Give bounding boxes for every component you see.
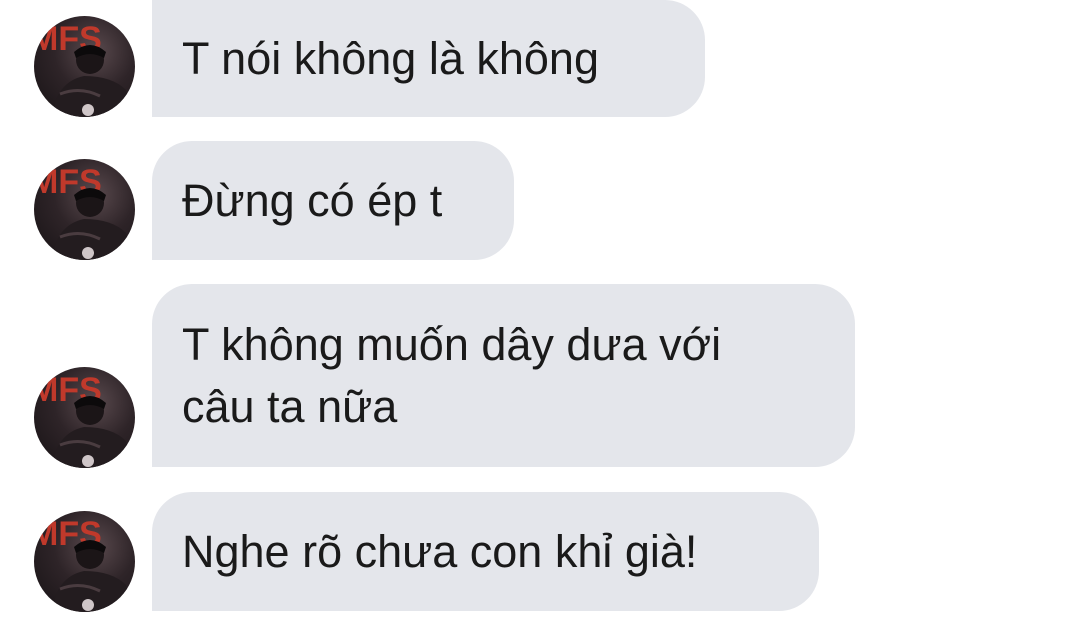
avatar-photo: MFS: [34, 515, 135, 612]
message-bubble[interactable]: T nói không là không: [152, 0, 705, 117]
avatar-photo: MFS: [34, 371, 135, 468]
message-text: Đừng có ép t: [182, 174, 443, 226]
avatar[interactable]: MFS: [34, 367, 135, 468]
message-text: T không muốn dây dưa với câu ta nữa: [182, 318, 722, 432]
message-bubble[interactable]: T không muốn dây dưa với câu ta nữa: [152, 284, 855, 467]
avatar[interactable]: MFS: [34, 159, 135, 260]
avatar-photo: MFS: [34, 163, 135, 260]
message-thread: MFS T nói không là không MFS Đừng có ép …: [0, 0, 1080, 632]
message-text: Nghe rõ chưa con khỉ già!: [182, 525, 698, 577]
message-bubble[interactable]: Đừng có ép t: [152, 141, 514, 260]
message-text: T nói không là không: [182, 32, 599, 84]
avatar[interactable]: MFS: [34, 511, 135, 612]
message-bubble[interactable]: Nghe rõ chưa con khỉ già!: [152, 492, 819, 611]
avatar[interactable]: MFS: [34, 16, 135, 117]
avatar-photo: MFS: [34, 20, 135, 117]
